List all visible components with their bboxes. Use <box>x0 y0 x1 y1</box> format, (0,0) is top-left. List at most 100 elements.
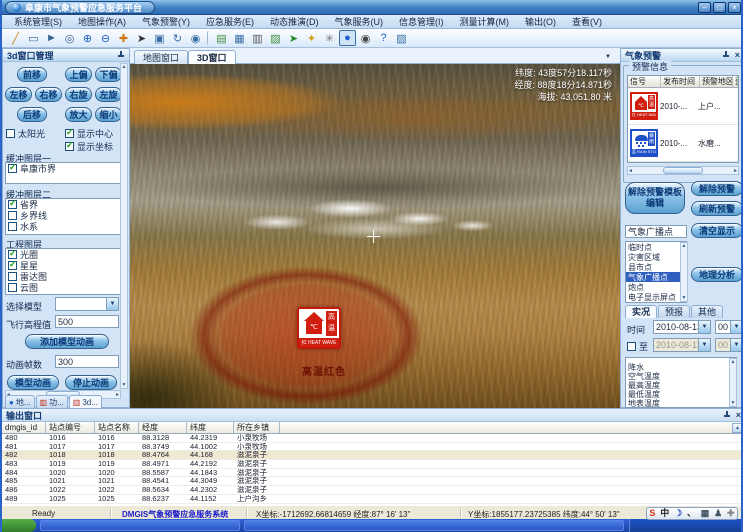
print-preview-icon[interactable]: ▨ <box>267 30 284 46</box>
point-type-item[interactable]: 县市点 <box>626 262 686 272</box>
full-extent-icon[interactable]: ▣ <box>151 30 168 46</box>
restore-button[interactable]: □ <box>713 2 726 13</box>
warning-table-h-scrollbar[interactable]: ◄► <box>627 166 739 175</box>
flight-height-input[interactable] <box>55 315 119 328</box>
weather-element-item[interactable]: 地表温度 <box>626 399 736 408</box>
buffer-layer1-list[interactable]: 阜康市界 <box>5 162 121 184</box>
help-icon[interactable]: ? <box>375 30 392 46</box>
clear-warning-template-button[interactable]: 解除预警模板编辑 <box>625 182 685 214</box>
1016[interactable]: 480 1016 1016 88.3128 44.2319 小泉牧场 <box>2 434 743 443</box>
point-type-item[interactable]: 电子显示屏点 <box>626 292 686 302</box>
measure-icon[interactable]: ╱ <box>7 30 24 46</box>
weather-element-list[interactable]: 降水空气温度最高温度最低温度地表温度 <box>625 357 737 408</box>
layer-checkbox[interactable] <box>8 164 17 173</box>
stop-animation-button[interactable]: 停止动画 <box>65 375 117 390</box>
pan-icon[interactable]: ✚ <box>115 30 132 46</box>
lang-zh-icon[interactable]: 中 <box>660 508 669 519</box>
move-forward-button[interactable]: 前移 <box>17 67 47 82</box>
tab-map-window[interactable]: 地图窗口 <box>134 50 188 64</box>
1019[interactable]: 483 1019 1019 88.4971 44.2192 滋泥泉子 <box>2 460 743 469</box>
pin-icon[interactable] <box>723 411 731 420</box>
warning-row[interactable]: 暴雨 蓝 RAIN STORM 2010-... 水磨... <box>628 125 738 162</box>
image-icon[interactable]: ▦ <box>231 30 248 46</box>
layer-item[interactable]: 云图 <box>6 282 120 293</box>
start-button[interactable] <box>2 519 36 532</box>
layer-checkbox[interactable] <box>8 222 17 231</box>
tab-3d-manager[interactable]: ▥3d... <box>69 395 102 408</box>
point-type-list[interactable]: 临时点灾害区域县市点气象广播点炮点电子显示屏点 <box>625 241 687 303</box>
chevron-down-icon[interactable]: ▼ <box>698 321 710 333</box>
zoom-out-3d-button[interactable]: 缩小 <box>95 107 122 122</box>
point-type-item[interactable]: 临时点 <box>626 242 686 252</box>
refresh-icon[interactable]: ↻ <box>169 30 186 46</box>
layer-item[interactable]: 水系 <box>6 221 120 232</box>
zoom-out-icon[interactable]: ⊖ <box>97 30 114 46</box>
1017[interactable]: 481 1017 1017 88.3749 44.1002 小泉牧场 <box>2 443 743 452</box>
point-type-item[interactable]: 气象广播点 <box>626 272 686 282</box>
close-panel-icon[interactable]: × <box>735 51 740 60</box>
menu-item[interactable]: 气象服务(U) <box>327 15 392 29</box>
point-type-input[interactable] <box>625 225 687 238</box>
element-list-v-scrollbar[interactable]: ▲▼ <box>729 358 737 407</box>
model-select[interactable]: ▼ <box>55 297 119 311</box>
pointer-icon[interactable]: ➤ <box>133 30 150 46</box>
pawn-icon[interactable]: ♟ <box>714 508 722 519</box>
moon-icon[interactable]: ☽ <box>674 508 682 519</box>
pin-icon[interactable] <box>117 51 125 60</box>
add-model-animation-button[interactable]: 添加模型动画 <box>25 334 109 349</box>
map-3d-view[interactable]: 纬度: 43度57分18.117秒 经度: 88度18分14.871秒 海拔: … <box>130 64 620 408</box>
1018[interactable]: 482 1018 1018 88.4764 44.168 滋泥泉子 <box>2 451 743 460</box>
print-icon[interactable]: ▥ <box>249 30 266 46</box>
layer-checkbox[interactable] <box>8 272 17 281</box>
left-panel-v-scrollbar[interactable]: ▲▼ <box>120 63 128 389</box>
taskbar-window-button[interactable] <box>244 520 624 531</box>
taskbar-window-button[interactable] <box>40 520 240 531</box>
rotate-left-button[interactable]: 左旋 <box>95 87 122 102</box>
menu-item[interactable]: 应急服务(E) <box>198 15 262 29</box>
1022[interactable]: 486 1022 1022 88.5634 44.2302 滋泥泉子 <box>2 486 743 495</box>
layer-item[interactable]: 阜康市界 <box>6 163 120 174</box>
menu-item[interactable]: 测量计算(M) <box>452 15 518 29</box>
sogou-icon[interactable]: S <box>649 508 655 519</box>
identify-icon[interactable]: ◉ <box>187 30 204 46</box>
layer-checkbox[interactable] <box>8 200 17 209</box>
move-back-button[interactable]: 后移 <box>17 107 47 122</box>
menu-item[interactable]: 查看(V) <box>564 15 610 29</box>
globe-3d-icon[interactable]: ● <box>339 30 356 46</box>
chevron-down-icon[interactable]: ▼ <box>730 321 742 333</box>
flight-path-icon[interactable]: ➤ <box>285 30 302 46</box>
punct-icon[interactable]: 、 <box>687 508 696 519</box>
chevron-down-icon[interactable]: ▼ <box>106 298 118 310</box>
export-icon[interactable]: ▧ <box>393 30 410 46</box>
warning-table[interactable]: 信号 发布时间 预警地区 预 ℃ 高温 红 HEAT WAVE 2010-...… <box>627 75 739 163</box>
heat-warning-icon[interactable]: ℃ 高温 红 HEAT WAVE <box>297 307 341 349</box>
geo-analysis-button[interactable]: 地理分析 <box>691 267 743 282</box>
show-center-checkbox[interactable]: 显示中心 <box>65 128 113 139</box>
rotate-right-button[interactable]: 右旋 <box>65 87 92 102</box>
project-layers-list[interactable]: 光圈星星雷达图云图 <box>5 248 121 295</box>
menu-item[interactable]: 信息管理(I) <box>391 15 452 29</box>
data-tab[interactable]: 实况 <box>625 305 657 318</box>
close-output-icon[interactable]: × <box>736 411 741 420</box>
minimize-button[interactable]: – <box>698 2 711 13</box>
tools-icon[interactable]: ✚ <box>727 508 735 519</box>
clear-warning-button[interactable]: 解除预警 <box>691 181 743 196</box>
layer-checkbox[interactable] <box>8 283 17 292</box>
tab-list-dropdown[interactable]: ▼ <box>602 52 614 62</box>
menu-item[interactable]: 气象预警(Y) <box>134 15 198 29</box>
data-tab[interactable]: 其他 <box>691 305 723 318</box>
frame-count-input[interactable] <box>55 355 119 368</box>
close-button[interactable]: × <box>728 2 741 13</box>
layers-icon[interactable]: ▤ <box>213 30 230 46</box>
1020[interactable]: 484 1020 1020 88.5587 44.1843 滋泥泉子 <box>2 469 743 478</box>
tab-3d-window[interactable]: 3D窗口 <box>188 50 236 64</box>
model-animation-button[interactable]: 模型动画 <box>7 375 59 390</box>
point-list-v-scrollbar[interactable]: ▲▼ <box>680 242 688 302</box>
separator[interactable] <box>207 31 210 45</box>
zoom-in-3d-button[interactable]: 放大 <box>65 107 92 122</box>
menu-item[interactable]: 系统管理(S) <box>6 15 70 29</box>
data-tab[interactable]: 预报 <box>658 305 690 318</box>
move-right-button[interactable]: 右移 <box>35 87 62 102</box>
1021[interactable]: 485 1021 1021 88.4541 44.3049 滋泥泉子 <box>2 477 743 486</box>
eye-icon[interactable]: ◉ <box>357 30 374 46</box>
